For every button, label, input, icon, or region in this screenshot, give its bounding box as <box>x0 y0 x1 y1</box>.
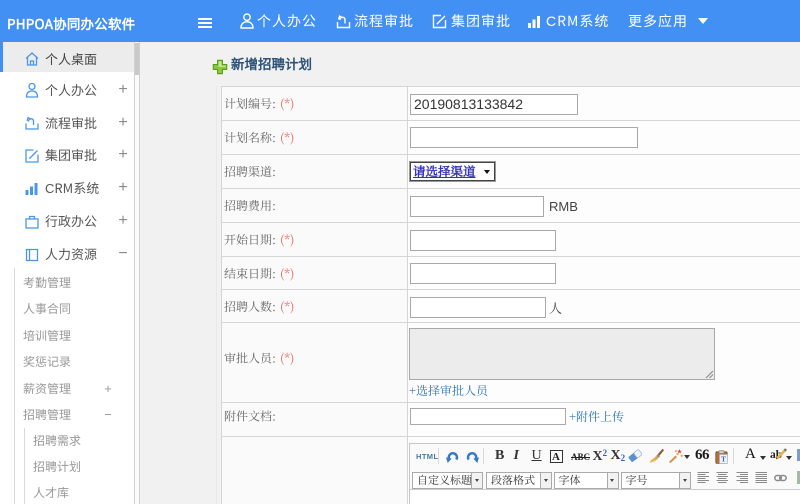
svg-text:T: T <box>721 454 726 463</box>
